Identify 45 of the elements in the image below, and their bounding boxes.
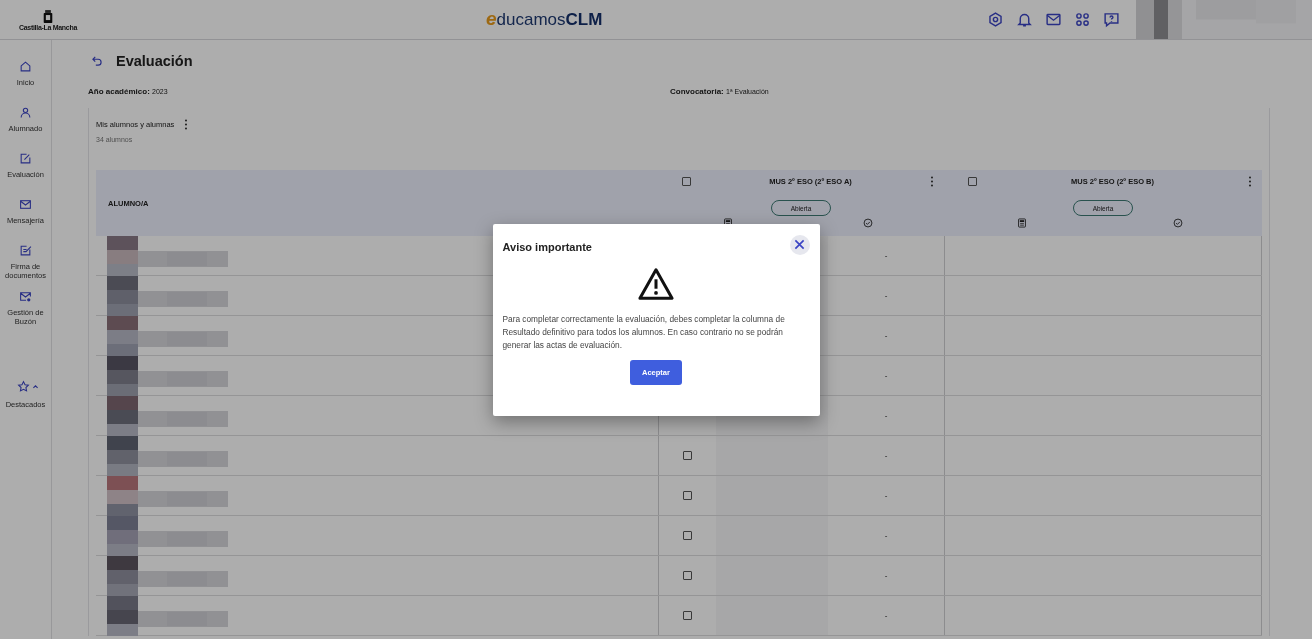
checkbox[interactable] bbox=[682, 177, 691, 186]
check-circle-icon[interactable] bbox=[1173, 218, 1183, 228]
mailbox-icon bbox=[19, 290, 32, 303]
check-circle-icon[interactable] bbox=[863, 218, 873, 228]
mail-icon[interactable] bbox=[1045, 11, 1062, 28]
result-value: - bbox=[884, 331, 888, 340]
crest-icon bbox=[43, 8, 53, 24]
close-icon bbox=[794, 239, 805, 250]
result-value: - bbox=[884, 531, 888, 540]
signature-icon bbox=[19, 244, 32, 257]
result-value: - bbox=[884, 411, 888, 420]
result-value: - bbox=[884, 451, 888, 460]
more-icon[interactable] bbox=[184, 119, 189, 130]
dialog-title: Aviso importante bbox=[502, 241, 592, 253]
result-value: - bbox=[884, 251, 888, 260]
apps-icon[interactable] bbox=[1074, 11, 1091, 28]
dialog-message: Para completar correctamente la evaluación, debes completar la columna de Resultado definitivo para todos los alumnos. En caso contrario no se podrán generar las actas de evaluación. bbox=[502, 312, 786, 353]
result-value: - bbox=[884, 291, 888, 300]
warning-icon bbox=[637, 266, 675, 301]
more-icon[interactable] bbox=[1248, 176, 1252, 187]
calculator-icon[interactable] bbox=[1017, 218, 1027, 228]
checkbox[interactable] bbox=[683, 491, 692, 500]
checkbox[interactable] bbox=[683, 451, 692, 460]
help-icon[interactable] bbox=[1103, 11, 1120, 28]
checkbox[interactable] bbox=[968, 177, 977, 186]
person-icon bbox=[19, 106, 32, 119]
result-value: - bbox=[884, 571, 888, 580]
more-icon[interactable] bbox=[930, 176, 934, 187]
checkbox[interactable] bbox=[683, 531, 692, 540]
mail-icon bbox=[19, 198, 32, 211]
back-icon[interactable] bbox=[90, 54, 104, 68]
app-logo: educamosCLM bbox=[486, 8, 603, 30]
checkbox[interactable] bbox=[683, 571, 692, 580]
result-value: - bbox=[884, 491, 888, 500]
result-value: - bbox=[884, 371, 888, 380]
settings-icon[interactable] bbox=[987, 11, 1004, 28]
bell-icon[interactable] bbox=[1016, 11, 1033, 28]
page-title: Evaluación bbox=[116, 53, 193, 69]
home-icon bbox=[19, 60, 32, 73]
checkbox[interactable] bbox=[683, 611, 692, 620]
chevron-icon[interactable] bbox=[32, 383, 40, 390]
close-button[interactable] bbox=[789, 234, 810, 255]
edit-icon bbox=[19, 152, 32, 165]
star-icon[interactable] bbox=[17, 380, 31, 393]
result-value: - bbox=[884, 611, 888, 620]
